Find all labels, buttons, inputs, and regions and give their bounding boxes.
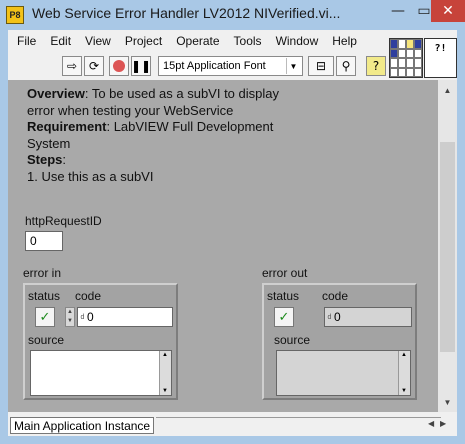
scroll-left-icon[interactable]: ◀ <box>428 419 434 428</box>
error-out-code-value: 0 <box>334 310 341 324</box>
error-in-code-input[interactable]: d 0 <box>77 307 173 327</box>
error-in-source-input[interactable]: ▲ ▼ <box>30 350 172 396</box>
menu-file[interactable]: File <box>10 34 43 48</box>
front-panel: Overview: To be used as a subVI to displ… <box>8 80 438 412</box>
title-bar[interactable]: P8 Web Service Error Handler LV2012 NIVe… <box>0 0 465 30</box>
chevron-down-icon: ▼ <box>286 58 300 74</box>
error-out-status-label: status <box>267 289 300 303</box>
scroll-down-icon[interactable]: ▼ <box>438 394 457 410</box>
representation-indicator: d <box>80 313 85 321</box>
error-out-cluster: status ✓ code d 0 source ▲ ▼ <box>262 283 417 400</box>
menu-project[interactable]: Project <box>118 34 169 48</box>
menu-tools[interactable]: Tools <box>227 34 269 48</box>
error-in-source-label: source <box>28 333 65 347</box>
font-select-value: 15pt Application Font <box>163 60 266 72</box>
context-help-icon[interactable]: ? <box>366 56 386 76</box>
close-button[interactable]: ✕ <box>431 0 465 22</box>
menu-view[interactable]: View <box>78 34 118 48</box>
error-out-source-indicator: ▲ ▼ <box>276 350 411 396</box>
pause-icon[interactable]: ❚❚ <box>131 56 151 76</box>
application-instance-field[interactable]: Main Application Instance <box>10 417 154 434</box>
error-out-source-label: source <box>274 333 311 347</box>
steps-label: Steps <box>27 152 63 167</box>
representation-indicator: d <box>327 313 332 321</box>
error-in-status-checkbox[interactable]: ✓ <box>35 307 55 327</box>
error-in-code-label: code <box>75 289 102 303</box>
scroll-up-icon[interactable]: ▲ <box>438 82 457 98</box>
vi-front-panel-window: P8 Web Service Error Handler LV2012 NIVe… <box>0 0 465 444</box>
connector-pane[interactable] <box>389 38 423 78</box>
abort-icon[interactable] <box>109 56 129 76</box>
error-in-cluster: status ✓ code ▲ ▼ d 0 source ▲ ▼ <box>23 283 178 400</box>
window-title: Web Service Error Handler LV2012 NIVerif… <box>32 5 341 21</box>
requirement-label: Requirement <box>27 119 107 134</box>
error-out-status-indicator: ✓ <box>274 307 294 327</box>
font-select[interactable]: 15pt Application Font ▼ <box>158 56 303 76</box>
menu-edit[interactable]: Edit <box>43 34 78 48</box>
toolbar: ⇨ ⟳ ❚❚ 15pt Application Font ▼ ⊟ ⚲ ? <box>8 54 393 78</box>
menu-window[interactable]: Window <box>269 34 326 48</box>
http-request-id-label: httpRequestID <box>25 214 102 228</box>
align-objects-icon[interactable]: ⊟ <box>308 56 334 76</box>
run-continuously-icon[interactable]: ⟳ <box>84 56 104 76</box>
error-out-source-scrollbar[interactable]: ▲ ▼ <box>398 351 410 395</box>
error-out-label: error out <box>262 266 308 280</box>
error-out-code-label: code <box>322 289 349 303</box>
vi-icon[interactable]: ?! <box>424 38 457 78</box>
minimize-button[interactable]: — <box>385 0 411 22</box>
status-bar: Main Application Instance ◀ ▶ <box>8 412 457 436</box>
error-in-source-scrollbar[interactable]: ▲ ▼ <box>159 351 171 395</box>
error-in-label: error in <box>23 266 62 280</box>
menu-bar: File Edit View Project Operate Tools Win… <box>8 30 364 52</box>
step-1: 1. Use this as a subVI <box>27 168 154 184</box>
overview-label: Overview <box>27 86 85 101</box>
error-out-code-indicator: d 0 <box>324 307 412 327</box>
menu-help[interactable]: Help <box>325 34 364 48</box>
horizontal-scrollbar[interactable] <box>156 417 441 434</box>
labview-app-icon: P8 <box>6 6 24 24</box>
scrollbar-thumb[interactable] <box>440 142 455 352</box>
vi-description: Overview: To be used as a subVI to displ… <box>27 86 307 185</box>
run-arrow-icon[interactable]: ⇨ <box>62 56 82 76</box>
http-request-id-input[interactable]: 0 <box>25 231 63 251</box>
menu-operate[interactable]: Operate <box>169 34 226 48</box>
code-increment-decrement-icon[interactable]: ▲ ▼ <box>65 307 75 327</box>
error-in-code-value: 0 <box>87 310 94 324</box>
search-icon[interactable]: ⚲ <box>336 56 356 76</box>
vertical-scrollbar[interactable]: ▲ ▼ <box>438 80 457 412</box>
error-in-status-label: status <box>28 289 61 303</box>
scroll-right-icon[interactable]: ▶ <box>440 419 446 428</box>
steps-text: : <box>62 152 67 167</box>
